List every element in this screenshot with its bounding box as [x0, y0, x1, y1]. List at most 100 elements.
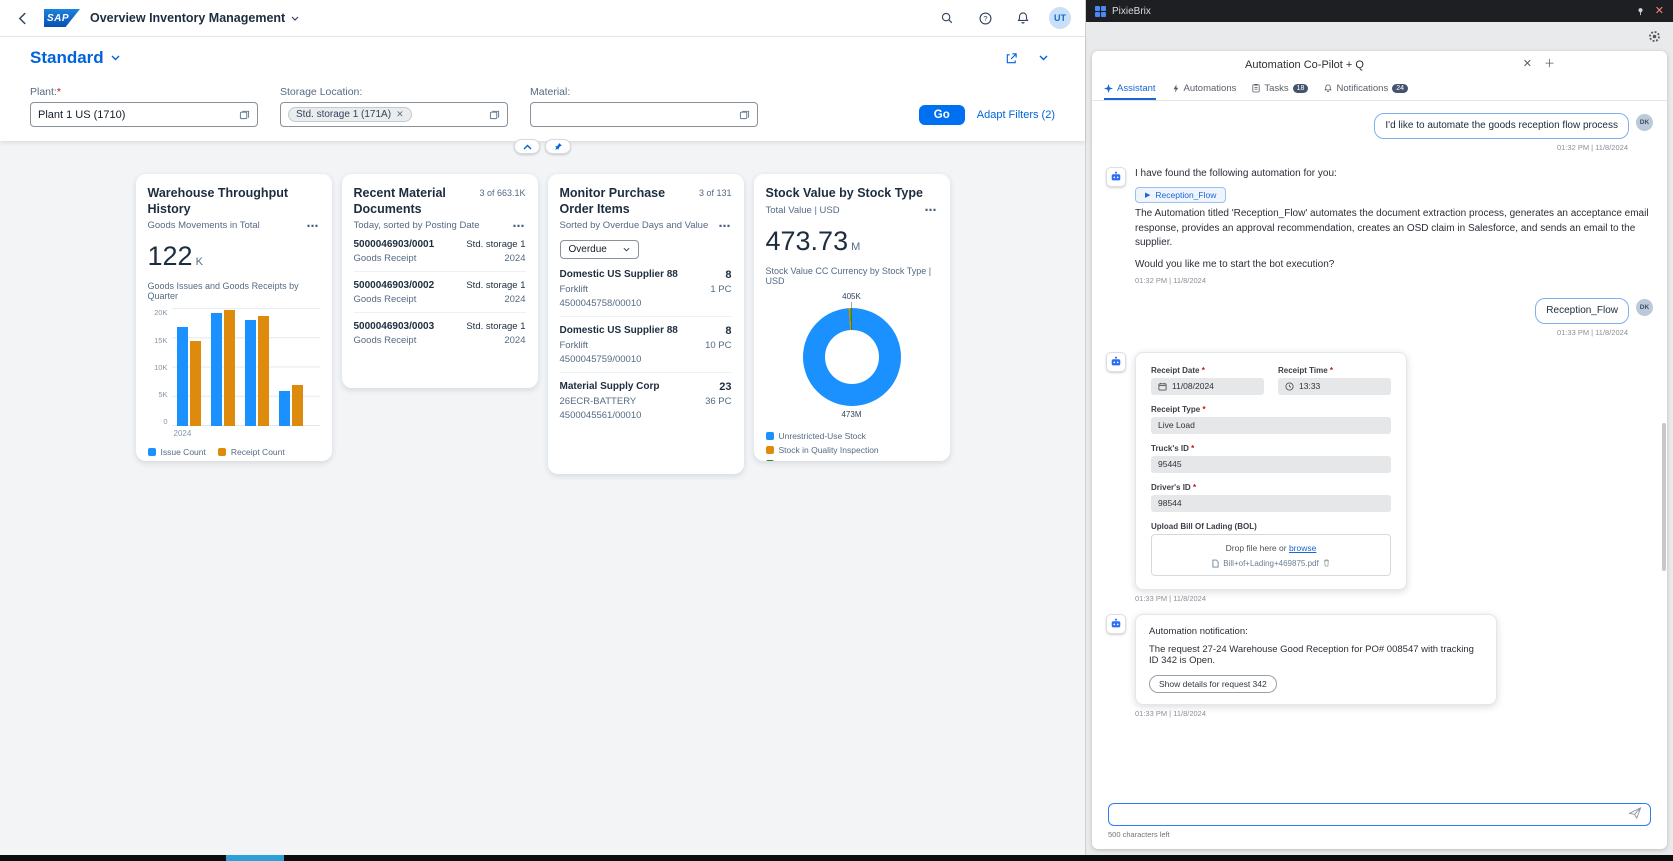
- card-recent-material-documents[interactable]: Recent Material Documents 3 of 663.1K To…: [341, 174, 538, 388]
- trash-icon[interactable]: [1323, 559, 1330, 567]
- card-warehouse-throughput[interactable]: Warehouse Throughput History Goods Movem…: [135, 174, 332, 461]
- pin-header-button[interactable]: [545, 139, 571, 154]
- sap-logo[interactable]: SAP: [44, 9, 80, 27]
- panel-pin-button[interactable]: [1636, 4, 1645, 19]
- kpi-unit: M: [851, 240, 861, 253]
- legend-swatch: [217, 448, 226, 457]
- card-overflow-button[interactable]: ⋯: [513, 220, 526, 232]
- value-help-icon[interactable]: [489, 109, 500, 120]
- bar-group: [244, 309, 269, 427]
- pixiebrix-panel: PixieBrix ✕ Automation Co-Pilot + Q ✕ ＋ …: [1085, 0, 1673, 855]
- driver-id-label: Driver's ID *: [1151, 482, 1197, 492]
- list-item[interactable]: 5000046903/0002 Std. storage 1 Goods Rece…: [353, 272, 526, 314]
- truck-id-field[interactable]: 95445: [1151, 455, 1391, 473]
- receipt-date-field[interactable]: 11/08/2024: [1151, 377, 1264, 395]
- card-subtitle: Total Value | USD: [765, 204, 840, 216]
- tab-assistant[interactable]: Assistant: [1104, 78, 1156, 100]
- card-overflow-button[interactable]: ⋯: [719, 220, 732, 232]
- bot-notification-message: Automation notification: The request 27-…: [1106, 613, 1653, 705]
- browse-link[interactable]: browse: [1289, 543, 1316, 553]
- app-title-menu[interactable]: Overview Inventory Management: [90, 11, 299, 25]
- bar: [223, 310, 235, 427]
- tab-tasks[interactable]: Tasks 18: [1252, 78, 1309, 100]
- list-item[interactable]: Domestic US Supplier 88 8 Forklift 1 PC 45…: [559, 261, 732, 318]
- receipt-type-field[interactable]: Live Load: [1151, 416, 1391, 434]
- copilot-close-button[interactable]: ✕: [1523, 59, 1532, 70]
- y-axis: 20K 15K 10K 5K 0: [154, 308, 168, 427]
- variant-title[interactable]: Standard: [30, 48, 104, 68]
- uploaded-file[interactable]: Bill+of+Lading+469875.pdf: [1158, 559, 1384, 568]
- search-button[interactable]: [935, 6, 959, 30]
- send-button[interactable]: [1628, 806, 1642, 823]
- chart-title: Stock Value CC Currency by Stock Type | …: [765, 265, 932, 286]
- value-help-icon[interactable]: [739, 109, 750, 120]
- bot-avatar: [1106, 166, 1126, 187]
- list-item[interactable]: Material Supply Corp 23 26ECR-BATTERY 36 P…: [560, 373, 732, 428]
- bot-avatar: [1106, 613, 1126, 634]
- sap-logo-text: SAP: [47, 12, 70, 24]
- notifications-button[interactable]: [1011, 6, 1035, 30]
- tab-automations[interactable]: Automations: [1172, 78, 1236, 100]
- svg-text:?: ?: [983, 14, 987, 23]
- copilot-add-button[interactable]: ＋: [1544, 59, 1555, 70]
- header-menu-button[interactable]: [1031, 46, 1055, 70]
- user-message-bubble: Reception_Flow: [1535, 298, 1629, 324]
- stock-donut: [802, 307, 901, 406]
- adapt-filters-link[interactable]: Adapt Filters (2): [977, 109, 1055, 121]
- kpi-value: 473.73 M: [765, 225, 861, 256]
- help-button[interactable]: ?: [973, 6, 997, 30]
- user-avatar[interactable]: UT: [1049, 7, 1071, 29]
- page-header-actions: [999, 46, 1055, 70]
- tab-notifications[interactable]: Notifications 24: [1324, 78, 1408, 100]
- chat-input[interactable]: [1117, 809, 1628, 820]
- token-remove-icon[interactable]: ✕: [396, 109, 404, 120]
- robot-icon: [1111, 618, 1121, 627]
- back-button[interactable]: [10, 6, 34, 30]
- go-button[interactable]: Go: [918, 105, 965, 125]
- header-collapse-controls: [514, 139, 571, 154]
- share-button[interactable]: [999, 46, 1023, 70]
- settings-button[interactable]: [1647, 29, 1662, 47]
- panel-close-button[interactable]: ✕: [1655, 5, 1664, 17]
- receipt-time-field[interactable]: 13:33: [1278, 377, 1391, 395]
- legend-swatch: [765, 431, 774, 440]
- variant-chevron-icon[interactable]: [111, 55, 120, 61]
- list-item[interactable]: 5000046903/0003 Std. storage 1 Goods Rece…: [354, 313, 526, 353]
- stock-donut-chart: 405K 473M: [766, 292, 938, 419]
- storage-location-input[interactable]: Std. storage 1 (171A) ✕: [280, 102, 508, 127]
- timestamp: 01:33 PM | 11/8/2024: [1135, 708, 1207, 718]
- card-overflow-button[interactable]: ⋯: [307, 220, 320, 232]
- storage-location-token[interactable]: Std. storage 1 (171A) ✕: [288, 107, 412, 122]
- search-icon: [941, 12, 953, 24]
- share-icon: [1006, 52, 1017, 63]
- receipt-time-label: Receipt Time *: [1278, 365, 1334, 375]
- card-monitor-purchase-orders[interactable]: Monitor Purchase Order Items 3 of 131 So…: [547, 174, 744, 474]
- clock-icon: [1285, 381, 1294, 391]
- value-help-icon[interactable]: [239, 109, 250, 120]
- overdue-dropdown[interactable]: Overdue: [559, 240, 639, 260]
- driver-id-field[interactable]: 98544: [1151, 494, 1391, 512]
- material-input[interactable]: [530, 102, 758, 127]
- automation-chip[interactable]: ▶ Reception_Flow: [1135, 187, 1227, 203]
- collapse-header-button[interactable]: [514, 139, 540, 154]
- show-details-button[interactable]: Show details for request 342: [1149, 674, 1277, 693]
- variant-row: Standard: [30, 46, 1055, 70]
- taskbar-active-item[interactable]: [226, 855, 284, 861]
- reception-form: Receipt Date * 11/08/2024 Receipt Time *: [1135, 351, 1407, 590]
- card-subtitle: Today, sorted by Posting Date: [353, 220, 480, 232]
- clipboard-icon: [1252, 84, 1260, 93]
- token-text: Std. storage 1 (171A): [296, 109, 392, 120]
- card-stock-value[interactable]: Stock Value by Stock Type Total Value | …: [753, 174, 950, 461]
- list-item[interactable]: Domestic US Supplier 88 8 Forklift 10 PC 4…: [559, 317, 732, 374]
- card-subtitle: Goods Movements in Total: [147, 220, 260, 232]
- chat-input-box: [1108, 803, 1651, 826]
- plant-input[interactable]: Plant 1 US (1710): [30, 102, 258, 127]
- x-axis-label: 2024: [173, 429, 192, 439]
- characters-left: 500 characters left: [1108, 830, 1170, 839]
- card-overflow-button[interactable]: ⋯: [925, 204, 938, 216]
- notification-body: The request 27-24 Warehouse Good Recepti…: [1149, 643, 1474, 666]
- scrollbar-thumb[interactable]: [1662, 423, 1666, 571]
- file-drop-zone[interactable]: Drop file here or browse Bill+of+Lading+…: [1151, 533, 1391, 576]
- list-item[interactable]: 5000046903/0001 Std. storage 1 Goods Rece…: [353, 231, 526, 273]
- copilot-tabs: Assistant Automations Tasks 18 Notificat…: [1092, 78, 1667, 101]
